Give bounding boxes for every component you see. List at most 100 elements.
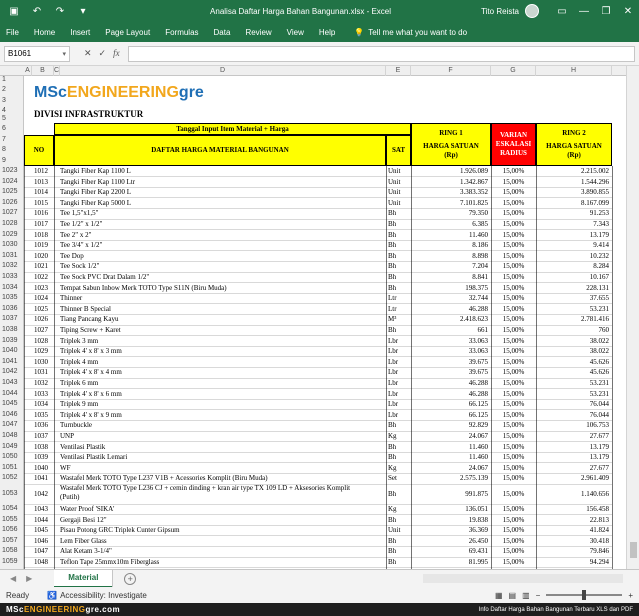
- cell-variance[interactable]: 15,00%: [491, 442, 536, 453]
- cell-material-name[interactable]: Tee 1/2" x 1/2": [60, 219, 386, 230]
- cell-ring2-price[interactable]: 1.140.656: [536, 484, 612, 504]
- cell-ring2-price[interactable]: 13.179: [536, 442, 612, 453]
- row-header[interactable]: 1053: [0, 484, 24, 504]
- cell-variance[interactable]: 15,00%: [491, 230, 536, 241]
- cell-ring1-price[interactable]: 1.926.089: [411, 166, 491, 177]
- cell-ring1-price[interactable]: 11.460: [411, 230, 491, 241]
- cell-material-name[interactable]: Tangki Fiber Kap 2200 L: [60, 187, 386, 198]
- cell-ring2-price[interactable]: 53.231: [536, 304, 612, 315]
- ring1-header[interactable]: RING 1 HARGA SATUAN (Rp): [411, 123, 491, 166]
- cell-material-name[interactable]: Triplek 4' x 8' x 4 mm: [60, 367, 386, 378]
- cell-no[interactable]: 1013: [32, 177, 54, 188]
- cell-unit[interactable]: Bh: [388, 452, 411, 463]
- row-header[interactable]: 1043: [0, 378, 24, 389]
- cell-no[interactable]: 1032: [32, 378, 54, 389]
- cell-ring2-price[interactable]: 53.231: [536, 378, 612, 389]
- cell-no[interactable]: 1025: [32, 304, 54, 315]
- row-header[interactable]: 1028: [0, 219, 24, 230]
- cell-ring2-price[interactable]: 91.253: [536, 208, 612, 219]
- page-layout-view-icon[interactable]: ▤: [509, 591, 517, 600]
- cell-material-name[interactable]: Triplek 4 mm: [60, 357, 386, 368]
- cell-unit[interactable]: Kg: [388, 504, 411, 515]
- no-header[interactable]: NO: [24, 135, 54, 166]
- cell-material-name[interactable]: Tee Dop: [60, 251, 386, 262]
- cell-unit[interactable]: M³: [388, 314, 411, 325]
- cell-material-name[interactable]: Tee 3/4" x 1/2": [60, 240, 386, 251]
- cell-variance[interactable]: 15,00%: [491, 251, 536, 262]
- cell-ring1-price[interactable]: 46.288: [411, 389, 491, 400]
- cell-no[interactable]: 1014: [32, 187, 54, 198]
- cell-material-name[interactable]: Wastafel Merk TOTO Type L236 CJ + cemin …: [60, 484, 386, 504]
- cell-ring1-price[interactable]: 7.204: [411, 261, 491, 272]
- cell-variance[interactable]: 15,00%: [491, 336, 536, 347]
- cell-ring1-price[interactable]: 11.460: [411, 452, 491, 463]
- cell-material-name[interactable]: UNP: [60, 431, 386, 442]
- cell-material-name[interactable]: Tee 1,5"x1,5": [60, 208, 386, 219]
- tab-formulas[interactable]: Formulas: [165, 28, 198, 37]
- cell-ring2-price[interactable]: 106.753: [536, 420, 612, 431]
- formula-input[interactable]: [127, 45, 635, 62]
- cell-ring1-price[interactable]: 3.383.352: [411, 187, 491, 198]
- cell-no[interactable]: 1043: [32, 504, 54, 515]
- cell-variance[interactable]: 15,00%: [491, 293, 536, 304]
- cell-ring1-price[interactable]: 79.350: [411, 208, 491, 219]
- cell-variance[interactable]: 15,00%: [491, 346, 536, 357]
- cell-ring2-price[interactable]: 13.179: [536, 452, 612, 463]
- cell-variance[interactable]: 15,00%: [491, 525, 536, 536]
- cell-ring1-price[interactable]: 8.898: [411, 251, 491, 262]
- cell-ring1-price[interactable]: 6.385: [411, 219, 491, 230]
- cell-no[interactable]: 1020: [32, 251, 54, 262]
- cell-material-name[interactable]: Triplek 4' x 8' x 3 mm: [60, 346, 386, 357]
- cell-material-name[interactable]: Turnbuckle: [60, 420, 386, 431]
- row-header[interactable]: 1046: [0, 409, 24, 421]
- enter-icon[interactable]: ✓: [99, 48, 107, 59]
- cell-unit[interactable]: Lbr: [388, 410, 411, 421]
- cell-ring1-price[interactable]: 7.101.825: [411, 198, 491, 209]
- cell-unit[interactable]: Ltr: [388, 304, 411, 315]
- cell-variance[interactable]: 15,00%: [491, 208, 536, 219]
- cell-ring1-price[interactable]: 8.841: [411, 272, 491, 283]
- row-header[interactable]: 1036: [0, 303, 24, 315]
- cell-variance[interactable]: 15,00%: [491, 473, 536, 484]
- tab-file[interactable]: File: [6, 28, 19, 37]
- cell-ring2-price[interactable]: 9.414: [536, 240, 612, 251]
- cell-unit[interactable]: Bh: [388, 240, 411, 251]
- cell-variance[interactable]: 15,00%: [491, 557, 536, 568]
- cell-no[interactable]: 1039: [32, 452, 54, 463]
- cell-ring1-price[interactable]: 36.369: [411, 525, 491, 536]
- variance-header[interactable]: VARIAN ESKALASI RADIUS: [491, 123, 536, 166]
- row-header[interactable]: 1040: [0, 346, 24, 357]
- cell-no[interactable]: 1033: [32, 389, 54, 400]
- cell-ring2-price[interactable]: 8.284: [536, 261, 612, 272]
- cell-ring1-price[interactable]: 2.418.623: [411, 314, 491, 325]
- cell-ring1-price[interactable]: 33.063: [411, 346, 491, 357]
- sheet-tab-material[interactable]: Material: [54, 569, 113, 588]
- row-header[interactable]: 1035: [0, 293, 24, 304]
- cell-unit[interactable]: Kg: [388, 463, 411, 474]
- minimize-icon[interactable]: —: [573, 0, 595, 22]
- cell-unit[interactable]: Bh: [388, 283, 411, 294]
- cell-ring1-price[interactable]: 33.063: [411, 336, 491, 347]
- cell-unit[interactable]: Lbr: [388, 389, 411, 400]
- cell-unit[interactable]: Bh: [388, 325, 411, 336]
- tab-data[interactable]: Data: [214, 28, 231, 37]
- cell-ring1-price[interactable]: 92.829: [411, 420, 491, 431]
- cell-unit[interactable]: Lbr: [388, 367, 411, 378]
- column-header-f[interactable]: F: [411, 66, 491, 76]
- input-date-header[interactable]: Tanggal Input Item Material + Harga: [54, 123, 411, 135]
- cell-ring1-price[interactable]: 39.675: [411, 367, 491, 378]
- cell-material-name[interactable]: Teflon Tape 25mmx10m Fiberglass: [60, 557, 386, 568]
- cell-ring2-price[interactable]: 7.343: [536, 219, 612, 230]
- cell-ring1-price[interactable]: 661: [411, 325, 491, 336]
- column-header-e[interactable]: E: [386, 66, 411, 76]
- cell-no[interactable]: 1015: [32, 198, 54, 209]
- cell-no[interactable]: 1034: [32, 399, 54, 410]
- page-break-view-icon[interactable]: ▥: [522, 591, 530, 600]
- cell-ring1-price[interactable]: 19.838: [411, 515, 491, 526]
- tab-view[interactable]: View: [287, 28, 304, 37]
- cell-variance[interactable]: 15,00%: [491, 515, 536, 526]
- cell-variance[interactable]: 15,00%: [491, 504, 536, 515]
- row-header[interactable]: 7: [0, 135, 24, 145]
- row-header[interactable]: 6: [0, 123, 24, 135]
- column-header-h[interactable]: H: [536, 66, 612, 76]
